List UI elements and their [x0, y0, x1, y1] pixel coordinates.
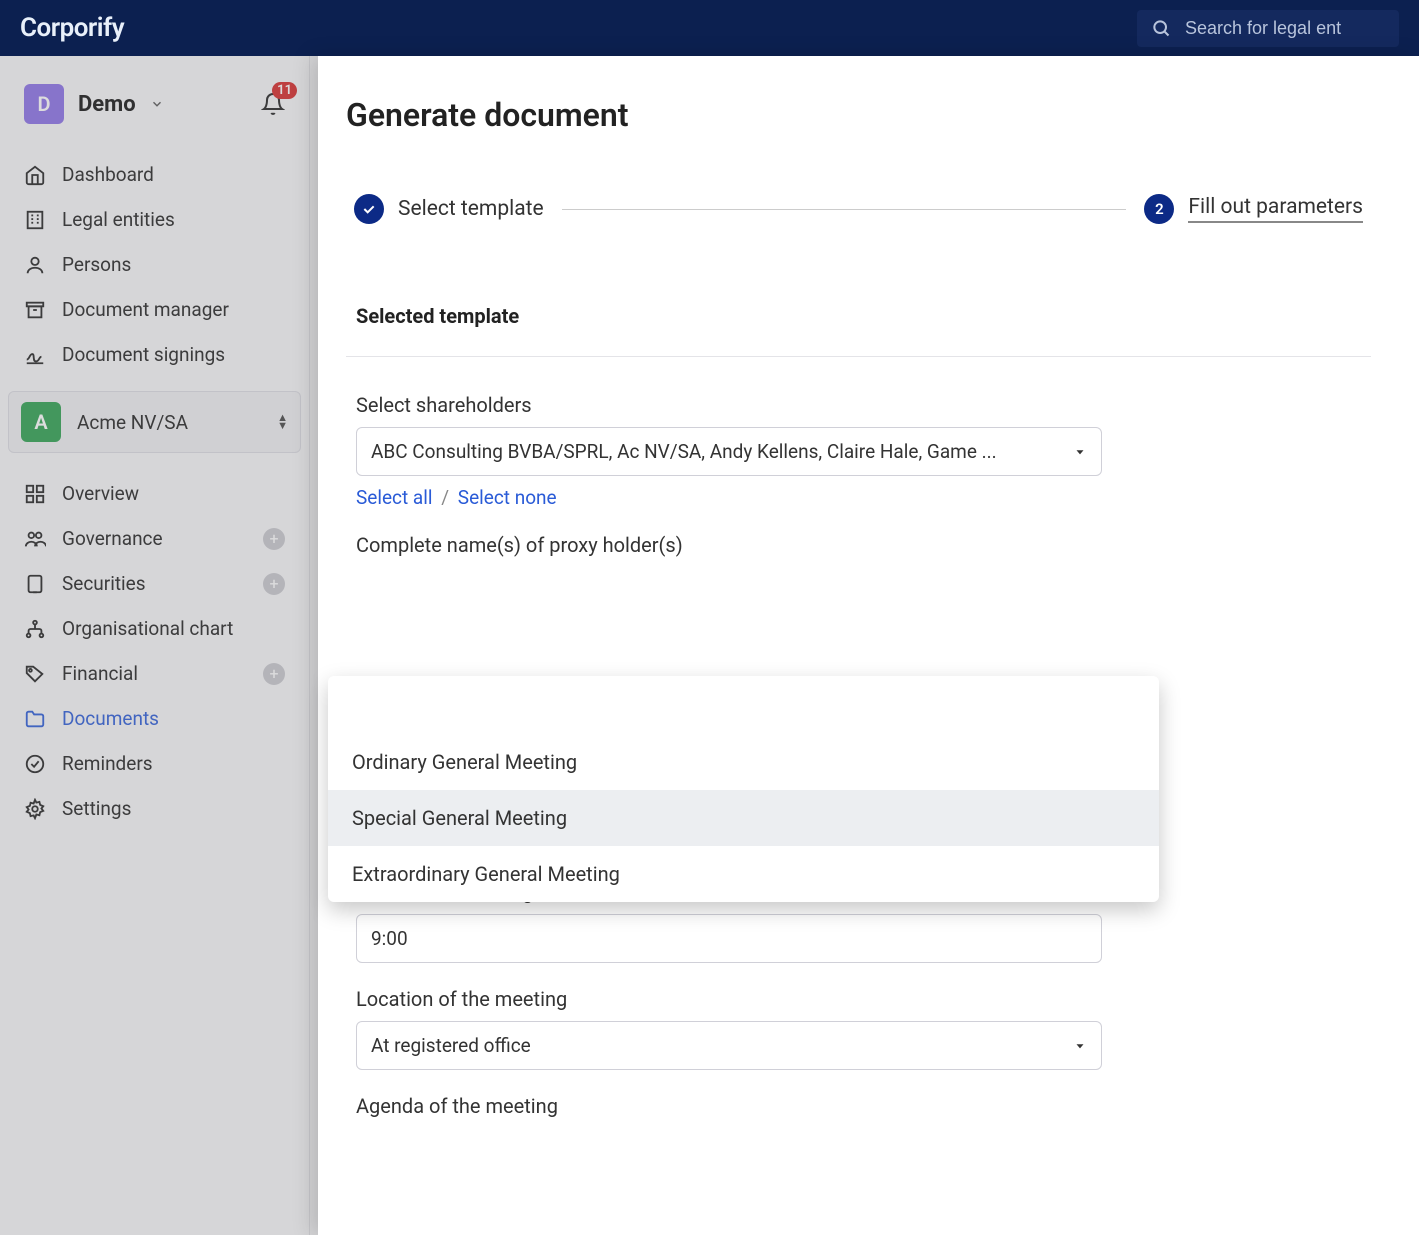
- select-none-link[interactable]: Select none: [458, 486, 557, 509]
- shareholder-links: Select all / Select none: [356, 486, 1361, 509]
- hour-input[interactable]: 9:00: [356, 914, 1102, 963]
- caret-down-icon: [1073, 445, 1087, 459]
- dropdown-option[interactable]: Extraordinary General Meeting: [328, 846, 1159, 902]
- field-label: Select shareholders: [356, 393, 1361, 417]
- stepper-line: [562, 209, 1127, 210]
- field-shareholders: Select shareholders ABC Consulting BVBA/…: [356, 393, 1361, 509]
- topbar: Corporify: [0, 0, 1419, 56]
- field-label: Location of the meeting: [356, 987, 1102, 1011]
- stepper: Select template 2 Fill out parameters: [346, 194, 1371, 224]
- caret-down-icon: [1073, 1039, 1087, 1053]
- field-label: Agenda of the meeting: [356, 1094, 1102, 1118]
- dropdown-option[interactable]: Ordinary General Meeting: [328, 734, 1159, 790]
- hour-value: 9:00: [371, 927, 408, 950]
- step-label: Select template: [398, 197, 544, 221]
- dropdown-option[interactable]: Special General Meeting: [328, 790, 1159, 846]
- section-title: Selected template: [346, 304, 1371, 357]
- modal-title: Generate document: [346, 96, 1371, 134]
- generate-document-modal: Generate document Select template 2 Fill…: [318, 56, 1419, 1235]
- separator: /: [441, 486, 449, 509]
- location-select[interactable]: At registered office: [356, 1021, 1102, 1070]
- step-select-template[interactable]: Select template: [354, 194, 544, 224]
- app-logo: Corporify: [20, 13, 124, 43]
- select-value: At registered office: [371, 1034, 1073, 1057]
- field-label: Complete name(s) of proxy holder(s): [356, 533, 1361, 557]
- search-icon: [1151, 18, 1171, 38]
- search-input[interactable]: [1185, 18, 1385, 39]
- step-number: 2: [1144, 194, 1174, 224]
- dropdown-spacer: [328, 676, 1159, 734]
- step-label: Fill out parameters: [1188, 195, 1363, 223]
- step-fill-parameters[interactable]: 2 Fill out parameters: [1144, 194, 1363, 224]
- field-agenda: Agenda of the meeting: [356, 1094, 1102, 1118]
- field-location: Location of the meeting At registered of…: [356, 987, 1102, 1070]
- meeting-type-dropdown: Ordinary General Meeting Special General…: [328, 676, 1159, 902]
- shareholders-select[interactable]: ABC Consulting BVBA/SPRL, Ac NV/SA, Andy…: [356, 427, 1102, 476]
- global-search[interactable]: [1137, 10, 1399, 47]
- field-proxy: Complete name(s) of proxy holder(s): [356, 533, 1361, 557]
- select-all-link[interactable]: Select all: [356, 486, 433, 509]
- check-icon: [354, 194, 384, 224]
- select-value: ABC Consulting BVBA/SPRL, Ac NV/SA, Andy…: [371, 440, 1073, 463]
